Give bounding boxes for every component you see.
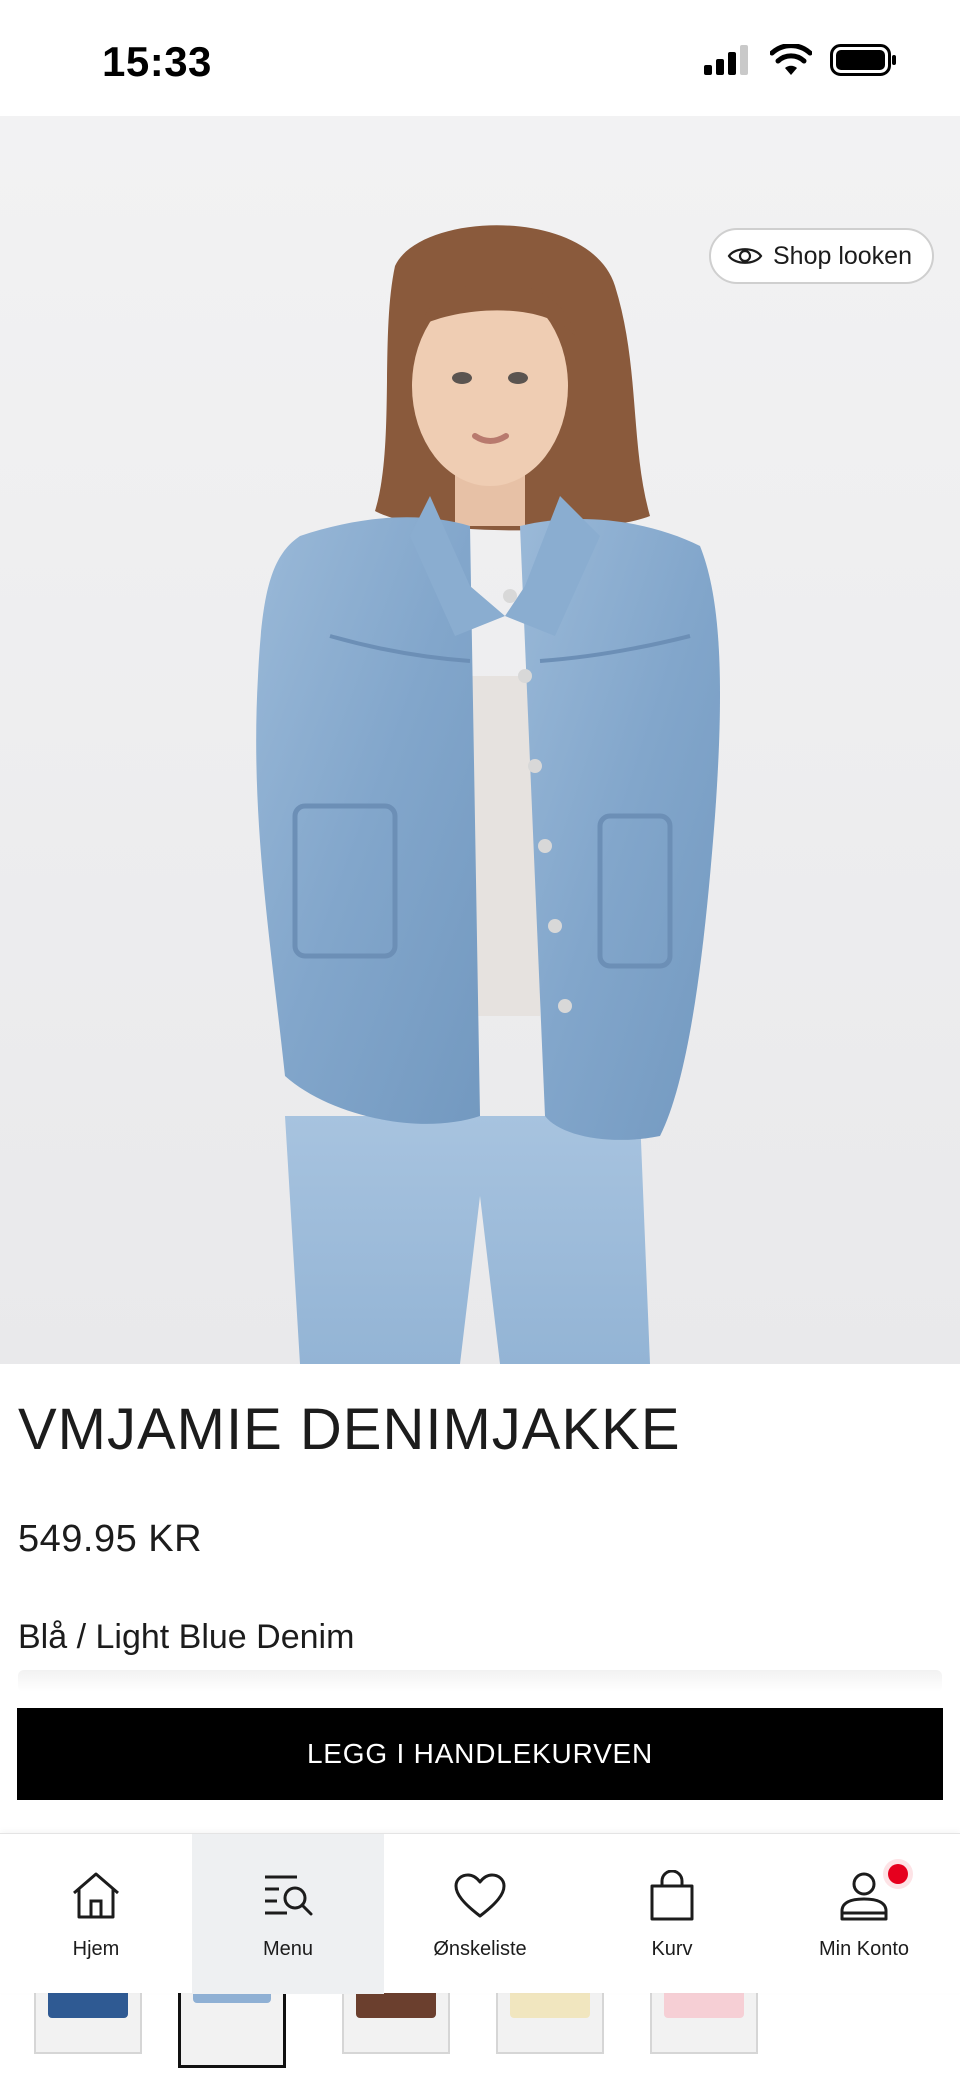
menu-search-icon [265,1875,313,1916]
home-icon [73,1872,119,1919]
status-time: 15:33 [102,38,212,85]
nav-item-account[interactable]: Min Konto [768,1834,960,1994]
product-title: VMJAMIE DENIMJAKKE [18,1397,681,1462]
divider [18,1670,942,1692]
nav-item-cart[interactable]: Kurv [576,1834,768,1994]
user-icon [840,1872,888,1921]
shop-look-label: Shop looken [772,241,912,270]
wifi-icon [770,44,812,75]
eye-icon [727,248,763,264]
notification-badge [888,1864,908,1884]
product-color: Blå / Light Blue Denim [18,1618,355,1656]
heart-icon [454,1873,506,1918]
battery-icon [830,44,896,76]
cellular-signal-icon [704,45,748,75]
shop-look-button[interactable]: Shop looken [708,228,934,284]
nav-item-wishlist[interactable]: Ønskeliste [384,1834,576,1994]
nav-item-home[interactable]: Hjem [0,1834,192,1994]
add-to-cart-button[interactable]: LEGG I HANDLEKURVEN [17,1708,943,1800]
status-bar: 15:33 [0,0,960,116]
product-price: 549.95 KR [18,1518,203,1560]
product-image[interactable]: Shop looken [0,116,960,1364]
bottom-navigation: Hjem Menu Ønskeliste Kurv Min Konto [0,1833,960,1994]
nav-label-menu: Menu [262,1938,314,1960]
status-icons [704,44,898,76]
nav-label-cart: Kurv [651,1938,693,1960]
nav-label-account: Min Konto [818,1938,910,1960]
model-photo [0,116,960,1364]
nav-label-home: Hjem [72,1938,120,1960]
shopping-bag-icon [650,1870,694,1921]
nav-label-wishlist: Ønskeliste [433,1938,527,1960]
nav-item-menu[interactable]: Menu [192,1834,384,1994]
